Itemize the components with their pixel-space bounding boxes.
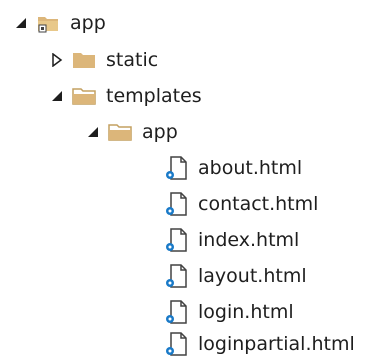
collapsed-arrow-icon[interactable]	[50, 53, 64, 67]
solution-explorer-tree: app static templates app about.html cont…	[0, 0, 378, 362]
tree-node-label: index.html	[198, 229, 300, 251]
html-file-icon	[164, 228, 188, 252]
tree-node-layout-html[interactable]: layout.html	[164, 261, 307, 291]
tree-node-label: app	[142, 121, 178, 143]
tree-node-about-html[interactable]: about.html	[164, 153, 302, 183]
tree-node-static[interactable]: static	[50, 45, 158, 75]
folder-open-icon	[72, 84, 96, 108]
tree-node-label: layout.html	[198, 265, 307, 287]
tree-node-loginpartial-html[interactable]: loginpartial.html	[164, 329, 355, 359]
html-file-icon	[164, 332, 188, 356]
tree-node-label: app	[70, 12, 106, 34]
tree-node-label: contact.html	[198, 193, 319, 215]
html-file-icon	[164, 264, 188, 288]
tree-node-login-html[interactable]: login.html	[164, 297, 294, 327]
tree-node-templates[interactable]: templates	[50, 81, 202, 111]
expanded-arrow-icon[interactable]	[86, 125, 100, 139]
tree-node-label: templates	[106, 85, 202, 107]
tree-node-app-root[interactable]: app	[14, 8, 106, 38]
tree-node-app-templates[interactable]: app	[86, 117, 178, 147]
tree-node-label: about.html	[198, 157, 303, 179]
tree-node-label: static	[106, 49, 159, 71]
tree-node-contact-html[interactable]: contact.html	[164, 189, 318, 219]
expanded-arrow-icon[interactable]	[50, 89, 64, 103]
tree-node-label: login.html	[198, 301, 294, 323]
tree-node-label: loginpartial.html	[198, 333, 355, 355]
expanded-arrow-icon[interactable]	[14, 16, 28, 30]
tree-node-index-html[interactable]: index.html	[164, 225, 299, 255]
html-file-icon	[164, 156, 188, 180]
html-file-icon	[164, 192, 188, 216]
folder-closed-icon	[72, 48, 96, 72]
html-file-icon	[164, 300, 188, 324]
project-folder-icon	[36, 11, 60, 35]
folder-open-icon	[108, 120, 132, 144]
